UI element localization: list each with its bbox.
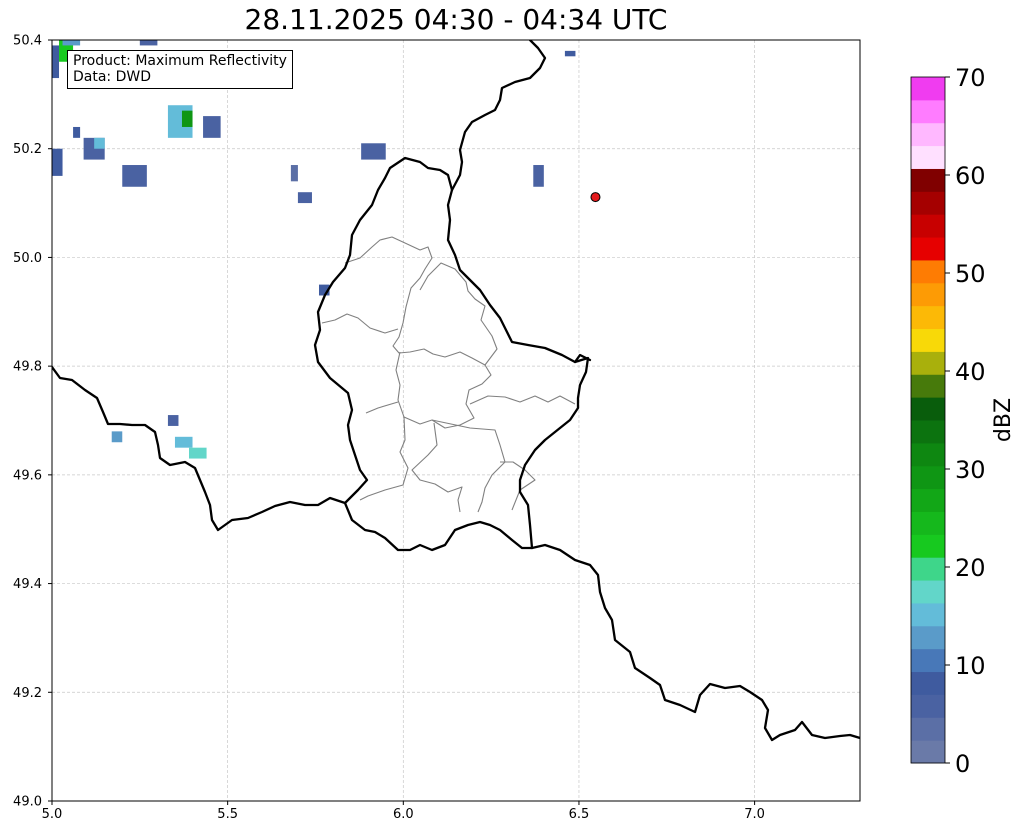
x-tick-label: 5.0 (42, 807, 63, 822)
colorbar-segment (911, 557, 945, 581)
latitude-axis: 49.0 49.2 49.4 49.6 49.8 50.0 50.2 50.4 (13, 34, 52, 810)
colorbar-segment (911, 237, 945, 261)
reflectivity-cell (361, 143, 386, 160)
colorbar-tick-label: 20 (955, 554, 986, 582)
x-tick-label: 6.0 (393, 807, 414, 822)
reflectivity-cell (297, 192, 312, 204)
colorbar-tick-label: 40 (955, 358, 986, 386)
info-box: Product: Maximum Reflectivity Data: DWD (67, 50, 293, 89)
colorbar-segment (911, 351, 945, 375)
reflectivity-cell (122, 165, 147, 187)
colorbar-segment (911, 671, 945, 695)
reflectivity-cell (94, 137, 105, 149)
reflectivity-cell (73, 126, 81, 138)
colorbar-ticks: 0 10 20 30 40 50 60 70 (945, 64, 986, 778)
colorbar-segment (911, 420, 945, 444)
colorbar: 0 10 20 30 40 50 60 70 dBZ (910, 64, 1016, 778)
colorbar-segment (911, 694, 945, 718)
reflectivity-cell (712, 35, 723, 40)
colorbar-segment (911, 328, 945, 352)
colorbar-tick-label: 10 (955, 652, 986, 680)
colorbar-segment (911, 740, 945, 764)
colorbar-segment (911, 374, 945, 398)
reflectivity-cell (52, 45, 60, 79)
y-tick-label: 50.0 (13, 251, 42, 266)
colorbar-segment (911, 488, 945, 512)
x-tick-label: 6.5 (569, 807, 590, 822)
colorbar-segment (911, 122, 945, 147)
colorbar-tick-label: 60 (955, 162, 986, 190)
product-text: Product: Maximum Reflectivity (73, 53, 287, 69)
colorbar-tick-label: 30 (955, 456, 986, 484)
y-tick-label: 49.2 (13, 686, 42, 701)
colorbar-segment (911, 397, 945, 421)
colorbar-segment (911, 534, 945, 558)
colorbar-segment (911, 648, 945, 673)
colorbar-segment (911, 259, 945, 284)
colorbar-segment (911, 442, 945, 467)
reflectivity-cell (290, 165, 298, 182)
reflectivity-cell (111, 431, 123, 443)
location-marker[interactable] (590, 192, 601, 203)
colorbar-segment (911, 77, 945, 101)
colorbar-segment (911, 511, 945, 535)
colorbar-segment (911, 465, 945, 490)
colorbar-segment (911, 305, 945, 330)
y-tick-label: 49.8 (13, 360, 42, 375)
reflectivity-cell (167, 415, 179, 426)
colorbar-segment (911, 168, 945, 192)
colorbar-segment (911, 99, 945, 124)
x-tick-label: 5.5 (217, 807, 238, 822)
colorbar-segment (911, 717, 945, 741)
map-plot-area[interactable] (51, 35, 861, 802)
colorbar-segment (911, 214, 945, 238)
longitude-axis: 5.0 5.5 6.0 6.5 7.0 (42, 801, 765, 822)
colorbar-segment (911, 191, 945, 215)
x-tick-label: 7.0 (744, 807, 765, 822)
colorbar-segment (911, 602, 945, 627)
y-tick-label: 50.4 (13, 34, 42, 49)
y-tick-label: 49.6 (13, 468, 42, 483)
colorbar-tick-label: 70 (955, 64, 986, 92)
reflectivity-cell (174, 436, 193, 448)
colorbar-segment (911, 625, 945, 650)
colorbar-tick-label: 0 (955, 750, 970, 778)
colorbar-label: dBZ (991, 398, 1016, 442)
y-tick-label: 50.2 (13, 142, 42, 157)
data-source-text: Data: DWD (73, 69, 151, 85)
reflectivity-cell (533, 165, 544, 187)
colorbar-segment (911, 145, 945, 169)
reflectivity-cell (564, 50, 576, 57)
colorbar-segment (911, 580, 945, 604)
reflectivity-cell (52, 148, 63, 176)
radar-map-figure: 5.0 5.5 6.0 6.5 7.0 49.0 49.2 49.4 49.6 49.8 50.0… (13, 34, 1016, 823)
y-tick-label: 49.0 (13, 795, 42, 810)
colorbar-segments (911, 77, 945, 764)
y-tick-label: 49.4 (13, 577, 42, 592)
colorbar-tick-label: 50 (955, 260, 986, 288)
colorbar-segment (911, 282, 945, 307)
reflectivity-cell (181, 110, 193, 127)
reflectivity-cell (203, 116, 221, 138)
reflectivity-cell (189, 447, 207, 459)
